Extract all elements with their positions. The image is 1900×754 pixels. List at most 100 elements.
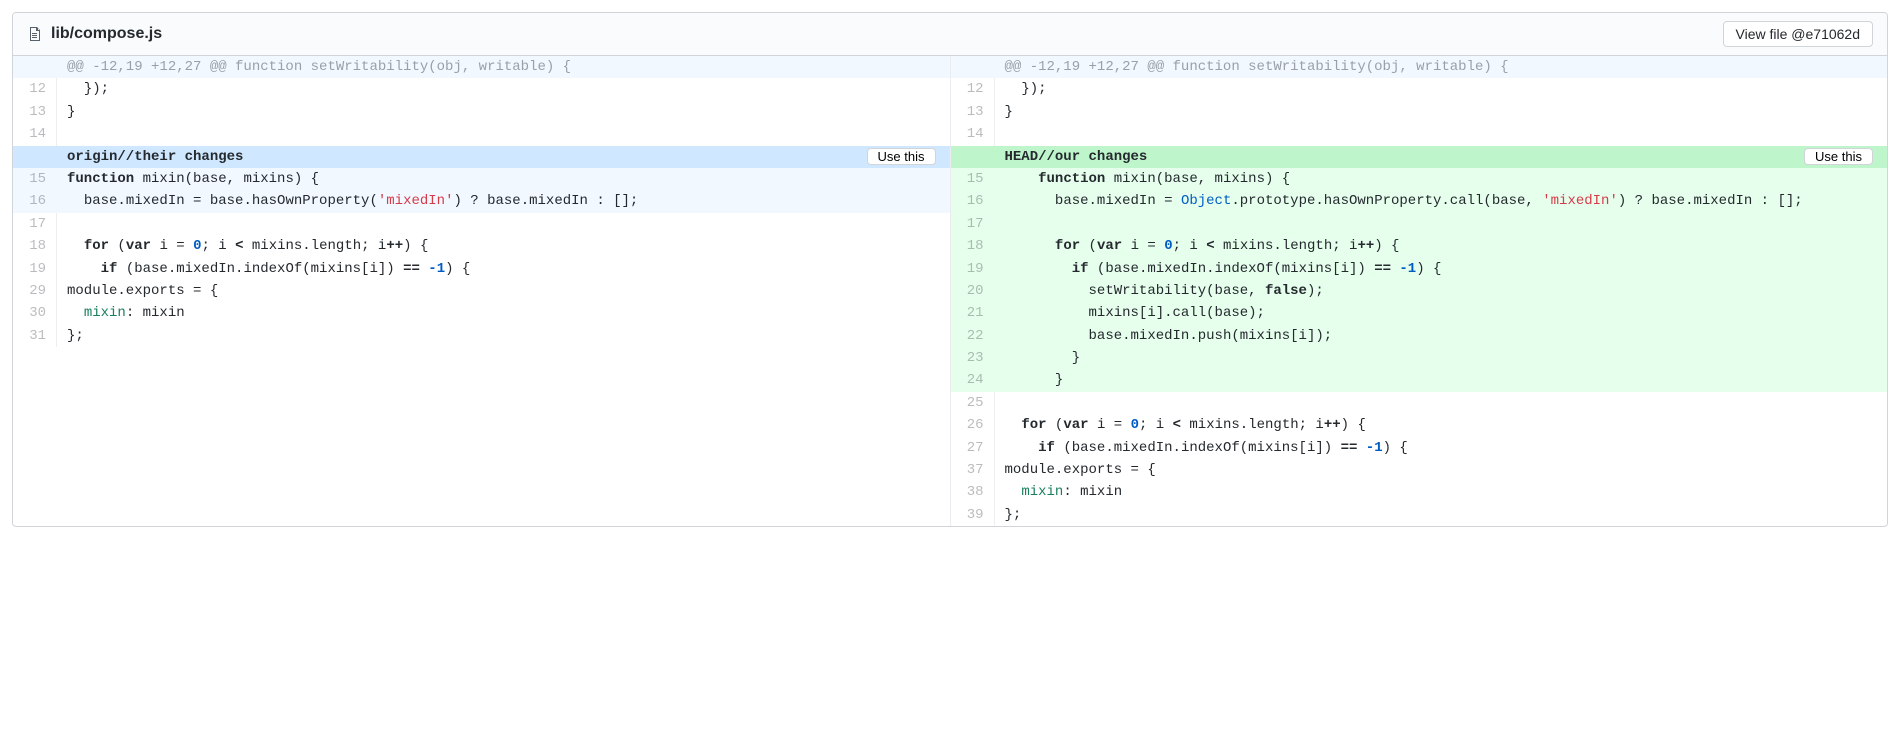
conflict-header-head: HEAD//our changes Use this [951, 146, 1888, 168]
code-row: 30 mixin: mixin [13, 302, 950, 324]
code-cell: if (base.mixedIn.indexOf(mixins[i]) == -… [995, 258, 1888, 280]
code-cell: }; [57, 325, 950, 347]
code-cell: if (base.mixedIn.indexOf(mixins[i]) == -… [995, 437, 1888, 459]
line-number: 12 [951, 78, 995, 100]
line-number: 23 [951, 347, 995, 369]
line-number: 24 [951, 369, 995, 391]
code-row: 29module.exports = { [13, 280, 950, 302]
code-row: 19 if (base.mixedIn.indexOf(mixins[i]) =… [951, 258, 1888, 280]
code-cell: module.exports = { [57, 280, 950, 302]
line-number: 14 [951, 123, 995, 145]
conflict-header-origin: origin//their changes Use this [13, 146, 950, 168]
line-number: 15 [951, 168, 995, 190]
hunk-header-right: @@ -12,19 +12,27 @@ function setWritabil… [951, 56, 1888, 78]
line-number: 20 [951, 280, 995, 302]
code-row: 17 [13, 213, 950, 235]
line-number: 16 [951, 190, 995, 212]
code-cell: base.mixedIn = Object.prototype.hasOwnPr… [995, 190, 1888, 212]
line-number: 17 [951, 213, 995, 235]
line-number: 39 [951, 504, 995, 526]
code-row: 20 setWritability(base, false); [951, 280, 1888, 302]
file-header: lib/compose.js View file @e71062d [13, 13, 1887, 56]
line-number: 18 [13, 235, 57, 257]
diff-container: lib/compose.js View file @e71062d @@ -12… [12, 12, 1888, 527]
code-cell: function mixin(base, mixins) { [995, 168, 1888, 190]
code-row: 18 for (var i = 0; i < mixins.length; i+… [13, 235, 950, 257]
line-number: 26 [951, 414, 995, 436]
code-cell: base.mixedIn = base.hasOwnProperty('mixe… [57, 190, 950, 212]
line-number: 38 [951, 481, 995, 503]
code-cell [57, 213, 950, 235]
file-header-left: lib/compose.js [27, 25, 162, 43]
code-row: 31}; [13, 325, 950, 347]
file-name: lib/compose.js [51, 25, 162, 43]
line-number: 19 [951, 258, 995, 280]
code-cell: }); [57, 78, 950, 100]
code-row: 24 } [951, 369, 1888, 391]
code-cell: } [995, 369, 1888, 391]
line-number: 13 [13, 101, 57, 123]
line-number: 18 [951, 235, 995, 257]
line-number: 31 [13, 325, 57, 347]
diff-pane-left: @@ -12,19 +12,27 @@ function setWritabil… [13, 56, 951, 526]
file-icon [27, 26, 43, 42]
left-origin-block: 15function mixin(base, mixins) {16 base.… [13, 168, 950, 213]
code-cell: }); [995, 78, 1888, 100]
code-row: 13} [13, 101, 950, 123]
code-row: 16 base.mixedIn = base.hasOwnProperty('m… [13, 190, 950, 212]
code-row: 14 [951, 123, 1888, 145]
diff-body: @@ -12,19 +12,27 @@ function setWritabil… [13, 56, 1887, 526]
code-cell [995, 213, 1888, 235]
code-row: 14 [13, 123, 950, 145]
code-cell: module.exports = { [995, 459, 1888, 481]
line-number: 14 [13, 123, 57, 145]
line-number: 25 [951, 392, 995, 414]
code-cell: mixin: mixin [995, 481, 1888, 503]
code-row: 19 if (base.mixedIn.indexOf(mixins[i]) =… [13, 258, 950, 280]
view-file-button[interactable]: View file @e71062d [1723, 21, 1873, 47]
line-number: 12 [13, 78, 57, 100]
code-cell: }; [995, 504, 1888, 526]
code-row: 12 }); [13, 78, 950, 100]
line-number: 15 [13, 168, 57, 190]
code-row: 25 [951, 392, 1888, 414]
line-number: 37 [951, 459, 995, 481]
code-cell: mixin: mixin [57, 302, 950, 324]
code-row: 37module.exports = { [951, 459, 1888, 481]
left-tail: 1718 for (var i = 0; i < mixins.length; … [13, 213, 950, 347]
code-cell [57, 123, 950, 145]
line-number: 27 [951, 437, 995, 459]
line-number: 13 [951, 101, 995, 123]
code-cell: if (base.mixedIn.indexOf(mixins[i]) == -… [57, 258, 950, 280]
code-cell: } [995, 347, 1888, 369]
line-number: 22 [951, 325, 995, 347]
use-this-head-button[interactable]: Use this [1804, 148, 1873, 165]
code-row: 12 }); [951, 78, 1888, 100]
code-row: 23 } [951, 347, 1888, 369]
line-number: 30 [13, 302, 57, 324]
line-number: 17 [13, 213, 57, 235]
code-cell: base.mixedIn.push(mixins[i]); [995, 325, 1888, 347]
code-row: 39}; [951, 504, 1888, 526]
use-this-origin-button[interactable]: Use this [867, 148, 936, 165]
code-cell [995, 123, 1888, 145]
diff-pane-right: @@ -12,19 +12,27 @@ function setWritabil… [951, 56, 1888, 526]
line-number: 19 [13, 258, 57, 280]
code-cell: for (var i = 0; i < mixins.length; i++) … [995, 235, 1888, 257]
code-cell: setWritability(base, false); [995, 280, 1888, 302]
code-cell [995, 392, 1888, 414]
code-cell: function mixin(base, mixins) { [57, 168, 950, 190]
line-number: 16 [13, 190, 57, 212]
line-number: 21 [951, 302, 995, 324]
origin-label: origin//their changes [67, 146, 243, 168]
code-cell: for (var i = 0; i < mixins.length; i++) … [995, 414, 1888, 436]
code-row: 15 function mixin(base, mixins) { [951, 168, 1888, 190]
right-tail: 2526 for (var i = 0; i < mixins.length; … [951, 392, 1888, 526]
code-cell: for (var i = 0; i < mixins.length; i++) … [57, 235, 950, 257]
code-row: 38 mixin: mixin [951, 481, 1888, 503]
code-row: 18 for (var i = 0; i < mixins.length; i+… [951, 235, 1888, 257]
line-number: 29 [13, 280, 57, 302]
code-row: 26 for (var i = 0; i < mixins.length; i+… [951, 414, 1888, 436]
right-common-top: 12 });13}14 [951, 78, 1888, 145]
code-row: 21 mixins[i].call(base); [951, 302, 1888, 324]
